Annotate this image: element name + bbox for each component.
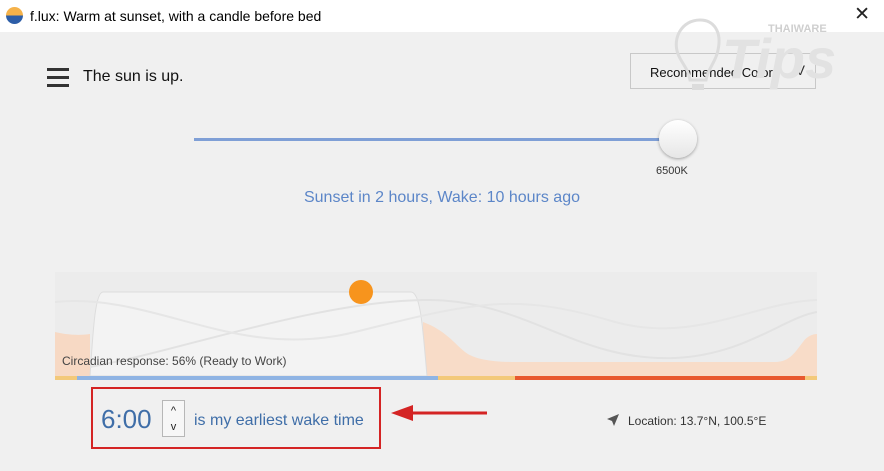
wake-time-stepper[interactable]: ^ v [162,400,185,437]
timeline-segment [805,376,817,380]
chevron-up-icon[interactable]: ^ [163,404,184,418]
main-panel: The sun is up. Recommended Colors V 6500… [0,32,884,471]
chevron-down-icon: V [795,62,805,78]
sun-status: The sun is up. [83,68,184,85]
temperature-value: 6500K [656,165,688,177]
color-temperature-slider[interactable] [194,138,679,141]
sunset-info: Sunset in 2 hours, Wake: 10 hours ago [303,189,580,206]
location-readout: Location: 13.7°N, 100.5°E [606,413,766,428]
wake-time-label: is my earliest wake time [194,412,364,429]
menu-icon[interactable] [47,68,69,88]
timeline-segment [515,376,805,380]
slider-thumb[interactable] [659,120,697,158]
sun-icon [349,280,373,304]
circadian-response: Circadian response: 56% (Ready to Work) [62,354,287,368]
title-bar: f.lux: Warm at sunset, with a candle bef… [0,0,884,32]
timeline-segment [438,376,515,380]
color-mode-label: Recommended Colors [650,65,780,80]
window-title: f.lux: Warm at sunset, with a candle bef… [30,8,322,24]
timeline-segment [77,376,438,380]
color-mode-dropdown[interactable]: Recommended Colors V [630,53,816,89]
red-arrow-icon [391,405,487,421]
timeline-segment [55,376,77,380]
flux-app-icon [6,7,23,24]
location-arrow-icon [607,414,619,426]
close-button[interactable]: ✕ [854,5,870,25]
location-text: Location: 13.7°N, 100.5°E [628,414,767,428]
chevron-down-icon[interactable]: v [163,420,184,434]
wake-time-value[interactable]: 6:00 [101,404,152,435]
